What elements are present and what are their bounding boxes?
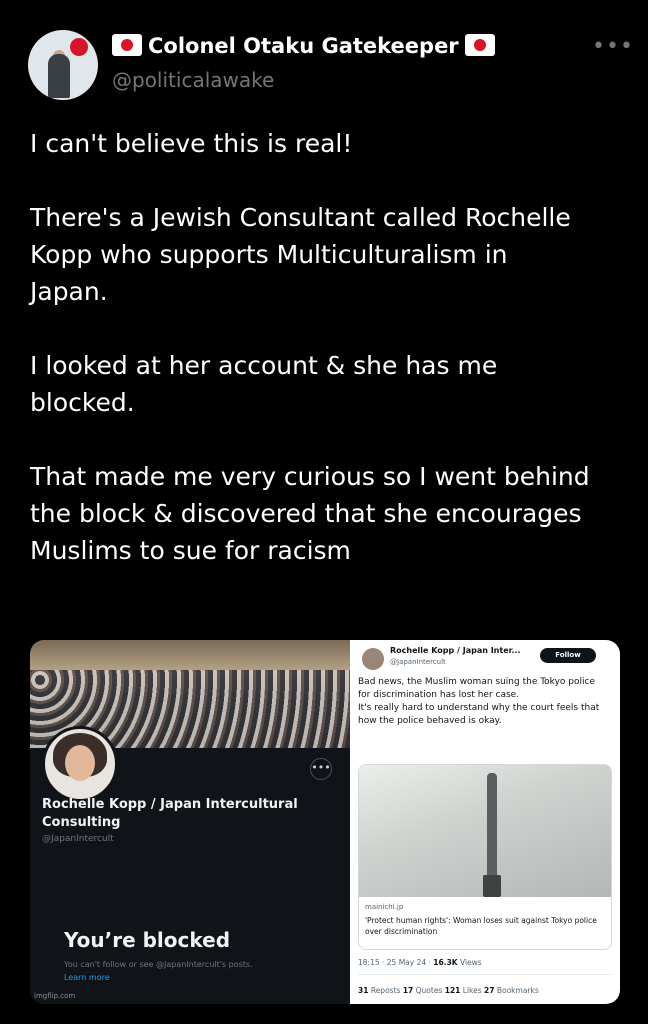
bookmarks-count: 27 (484, 986, 495, 995)
tweet-paragraph: I can't believe this is real! (30, 129, 353, 158)
author-name-row[interactable]: Colonel Otaku Gatekeeper (112, 34, 495, 58)
post-author-handle: @JapanIntercult (390, 658, 446, 666)
post-text-line: It's really hard to understand why the c… (358, 703, 600, 726)
profile-avatar (42, 726, 118, 802)
likes-label: Likes (460, 986, 485, 995)
link-card: mainichi.jp 'Protect human rights': Woma… (358, 764, 612, 950)
link-card-image (359, 765, 611, 897)
author-handle[interactable]: @politicalawake (112, 68, 274, 92)
tweet-paragraph: That made me very curious so I went behi… (30, 462, 590, 565)
profile-name: Rochelle Kopp / Japan Intercultural Cons… (42, 797, 298, 830)
profile-handle: @JapanIntercult (42, 834, 114, 844)
japan-flag-icon (112, 34, 142, 56)
learn-more-link: Learn more (64, 973, 110, 982)
follow-button: Follow (540, 648, 596, 663)
post-meta: 18:15 · 25 May 24 · 16.3K Views (358, 958, 482, 967)
post-text: Bad news, the Muslim woman suing the Tok… (358, 676, 608, 728)
tweet-paragraph: There's a Jewish Consultant called Roche… (30, 203, 571, 306)
author-avatar[interactable] (28, 30, 98, 100)
post-time: 18:15 · 25 May 24 · (358, 958, 434, 967)
tweet-paragraph: I looked at her account & she has me blo… (30, 351, 498, 417)
post-avatar (362, 648, 384, 670)
reposts-label: Reposts (368, 986, 403, 995)
quotes-count: 17 (402, 986, 414, 995)
link-card-domain: mainichi.jp (365, 903, 404, 911)
post-text-line: Bad news, the Muslim woman suing the Tok… (358, 677, 595, 700)
bookmarks-label: Bookmarks (494, 986, 539, 995)
author-name: Colonel Otaku Gatekeeper (148, 34, 459, 58)
tweet-text: I can't believe this is real! There's a … (30, 125, 620, 606)
blocked-profile-screenshot: ••• Rochelle Kopp / Japan Intercultural … (30, 640, 350, 1004)
avatar-figure (48, 54, 70, 98)
blocked-subtitle: You can't follow or see @JapanIntercult'… (64, 960, 253, 969)
attached-image[interactable]: ••• Rochelle Kopp / Japan Intercultural … (30, 640, 620, 1004)
japan-flag-icon (464, 34, 495, 56)
quoted-post-screenshot: Rochelle Kopp / Japan Inter... @JapanInt… (350, 640, 620, 1004)
quotes-label: Quotes (413, 986, 445, 995)
views-count: 16.3K (433, 958, 458, 967)
post-stats: 31 Reposts 17 Quotes 121 Likes 27 Bookma… (358, 986, 539, 995)
views-label: Views (457, 958, 482, 967)
post-author-name: Rochelle Kopp / Japan Inter... (390, 646, 521, 655)
watermark: imgflip.com (34, 992, 76, 1000)
link-card-title: 'Protect human rights': Woman loses suit… (365, 916, 597, 936)
divider (358, 974, 612, 975)
reposts-count: 31 (358, 986, 369, 995)
more-options-icon[interactable]: ••• (592, 34, 634, 59)
rising-sun-icon (70, 38, 88, 56)
blocked-title: You’re blocked (64, 928, 231, 952)
likes-count: 121 (444, 986, 461, 995)
profile-more-icon: ••• (310, 758, 332, 780)
